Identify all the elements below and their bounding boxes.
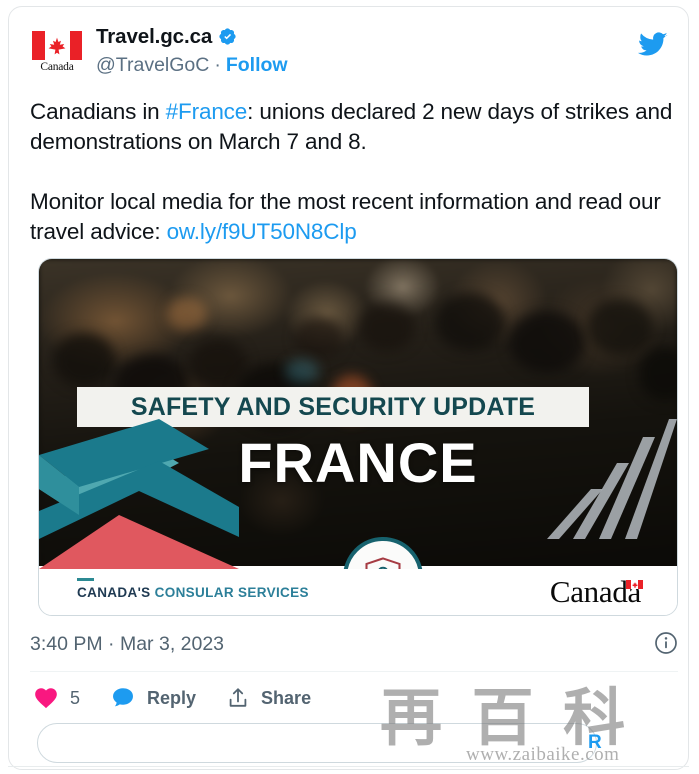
verified-badge-icon bbox=[219, 28, 236, 45]
avatar[interactable]: Canada bbox=[30, 25, 84, 79]
reply-input[interactable] bbox=[56, 724, 490, 764]
like-count: 5 bbox=[70, 687, 81, 708]
tweet-card: Canada Travel.gc.ca @TravelGoC · Follow … bbox=[8, 6, 689, 770]
bottom-rule bbox=[8, 766, 689, 767]
reply-label: Reply bbox=[147, 687, 197, 708]
tweet-time: 3:40 PM bbox=[30, 633, 103, 655]
media-card[interactable]: SAFETY AND SECURITY UPDATE FRANCE CANADA… bbox=[38, 258, 678, 616]
ribbon-graphic bbox=[39, 419, 239, 569]
crowd-silhouette bbox=[359, 303, 415, 351]
info-circle-icon[interactable] bbox=[654, 631, 678, 655]
travel-advice-link[interactable]: ow.ly/f9UT50N8Clp bbox=[167, 219, 357, 244]
crowd-silhouette bbox=[435, 293, 505, 351]
display-name-row: Travel.gc.ca bbox=[96, 23, 288, 50]
share-upload-icon bbox=[226, 686, 250, 710]
safety-banner-text: SAFETY AND SECURITY UPDATE bbox=[130, 392, 536, 421]
tweet-paragraph-1-pre: Canadians in bbox=[30, 99, 166, 124]
crowd-highlight bbox=[167, 297, 207, 331]
shield-lock-icon bbox=[365, 557, 401, 569]
chevron-graphic bbox=[547, 419, 677, 539]
avatar-wordmark: Canada bbox=[40, 61, 74, 73]
tweet-date: Mar 3, 2023 bbox=[119, 633, 225, 655]
tweet-actions: 5 Reply Share bbox=[33, 681, 341, 715]
maple-leaf-icon bbox=[48, 37, 66, 54]
consular-rest: CONSULAR SERVICES bbox=[154, 584, 309, 600]
crowd-highlight bbox=[285, 359, 319, 383]
section-divider bbox=[30, 671, 678, 672]
account-name-block: Travel.gc.ca @TravelGoC · Follow bbox=[96, 23, 288, 78]
media-photo: SAFETY AND SECURITY UPDATE FRANCE bbox=[39, 259, 677, 569]
comment-bubble-icon bbox=[110, 685, 136, 711]
consular-dash bbox=[77, 578, 94, 581]
tweet-timestamp: 3:40 PM · Mar 3, 2023 bbox=[30, 633, 224, 655]
consular-services-lockup: CANADA'S CONSULAR SERVICES bbox=[77, 578, 309, 600]
hashtag-france-link[interactable]: #France bbox=[166, 99, 248, 124]
crowd-silhouette bbox=[53, 333, 115, 387]
timestamp-row: 3:40 PM · Mar 3, 2023 bbox=[30, 631, 678, 669]
tweet-paragraph-2: Monitor local media for the most recent … bbox=[30, 187, 678, 247]
heart-icon bbox=[33, 685, 59, 711]
handle-separator: · bbox=[214, 53, 221, 76]
tweet-text: Canadians in #France: unions declared 2 … bbox=[30, 97, 678, 247]
crowd-silhouette bbox=[295, 317, 343, 359]
reply-composer[interactable]: Read bbox=[37, 723, 602, 764]
timestamp-separator: · bbox=[108, 633, 115, 655]
reply-button[interactable]: Reply bbox=[110, 685, 196, 711]
share-label: Share bbox=[261, 687, 312, 708]
canada-flag-avatar-icon bbox=[32, 31, 82, 60]
consular-services-text: CANADA'S CONSULAR SERVICES bbox=[77, 585, 309, 600]
handle-row: @TravelGoC · Follow bbox=[96, 52, 288, 78]
display-name[interactable]: Travel.gc.ca bbox=[96, 25, 212, 49]
canada-wordmark: Canada bbox=[550, 575, 643, 609]
tweet-header: Canada Travel.gc.ca @TravelGoC · Follow bbox=[30, 23, 670, 85]
media-footer: CANADA'S CONSULAR SERVICES Canada bbox=[39, 566, 677, 615]
composer-action-button[interactable]: Read bbox=[588, 732, 602, 754]
account-handle[interactable]: @TravelGoC bbox=[96, 54, 209, 77]
follow-button[interactable]: Follow bbox=[226, 54, 288, 77]
share-button[interactable]: Share bbox=[226, 686, 311, 710]
maple-leaf-icon bbox=[631, 581, 638, 588]
like-button[interactable]: 5 bbox=[33, 685, 80, 711]
crowd-silhouette bbox=[587, 299, 653, 355]
crowd-silhouette bbox=[509, 311, 585, 373]
twitter-bird-icon[interactable] bbox=[636, 29, 670, 59]
canada-flag-icon bbox=[626, 580, 643, 589]
consular-strong: CANADA'S bbox=[77, 584, 155, 600]
